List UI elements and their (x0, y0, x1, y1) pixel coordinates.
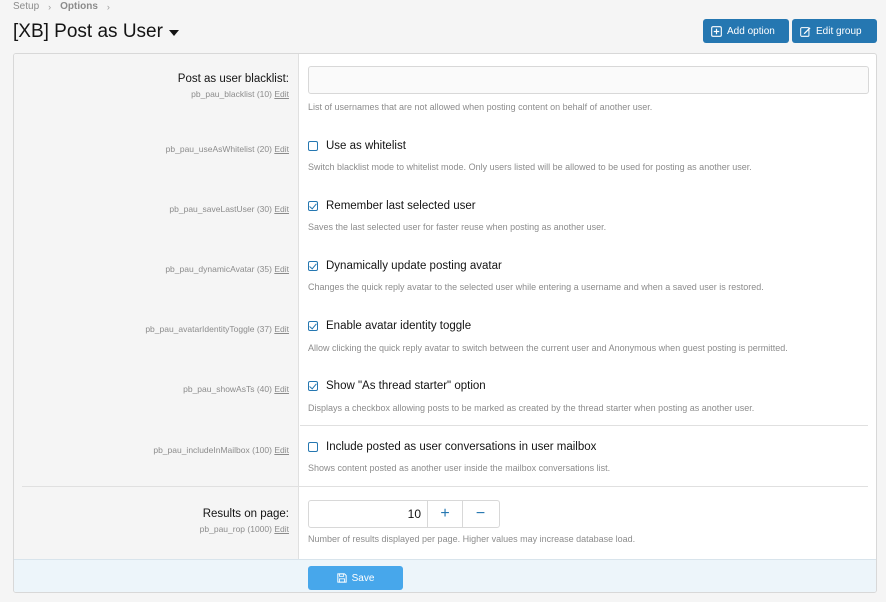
caret-down-icon[interactable] (168, 30, 179, 36)
checkbox-label: Dynamically update posting avatar (326, 260, 502, 272)
checkbox-label: Use as whitelist (326, 140, 406, 152)
results-per-page-input[interactable]: 10 (309, 501, 428, 527)
option-key: pb_pau_rop (1000) Edit (199, 524, 289, 534)
blacklist-input[interactable] (308, 66, 869, 94)
edit-link[interactable]: Edit (274, 384, 289, 394)
option-label-blacklist: Post as user blacklist: pb_pau_blacklist… (178, 73, 289, 99)
save-button[interactable]: Save (308, 566, 403, 590)
option-hint: Number of results displayed per page. Hi… (308, 534, 636, 544)
include-in-mailbox-checkbox[interactable]: Include posted as user conversations in … (308, 441, 596, 453)
option-key: pb_pau_showAsTs (40) Edit (183, 384, 289, 394)
edit-link[interactable]: Edit (274, 204, 289, 214)
option-hint: Changes the quick reply avatar to the se… (308, 282, 764, 292)
checkbox-label: Show "As thread starter" option (326, 380, 486, 392)
option-key: pb_pau_useAsWhitelist (20) Edit (165, 144, 289, 154)
option-key: pb_pau_saveLastUser (30) Edit (169, 204, 289, 214)
option-title: Results on page: (202, 508, 289, 520)
checkbox-checked-icon[interactable] (308, 201, 318, 211)
option-title: Post as user blacklist: (177, 73, 289, 85)
checkbox-label: Enable avatar identity toggle (326, 320, 472, 332)
add-option-button[interactable]: Add option (703, 19, 789, 43)
option-label-include-in-mailbox: pb_pau_includeInMailbox (100) Edit (153, 441, 289, 455)
edit-icon (800, 26, 811, 37)
label-column (14, 54, 299, 559)
option-key: pb_pau_blacklist (10) Edit (191, 89, 289, 99)
option-hint: Displays a checkbox allowing posts to be… (308, 403, 755, 413)
avatar-identity-toggle-checkbox[interactable]: Enable avatar identity toggle (308, 320, 471, 332)
checkbox-icon[interactable] (308, 141, 318, 151)
checkbox-checked-icon[interactable] (308, 261, 318, 271)
edit-link[interactable]: Edit (274, 89, 289, 99)
checkbox-label: Include posted as user conversations in … (326, 441, 597, 453)
option-hint: Shows content posted as another user ins… (308, 463, 611, 473)
dynamic-avatar-checkbox[interactable]: Dynamically update posting avatar (308, 260, 502, 272)
checkbox-icon[interactable] (308, 442, 318, 452)
option-label-save-last-user: pb_pau_saveLastUser (30) Edit (169, 200, 289, 214)
breadcrumb-item-options[interactable]: Options (60, 1, 98, 12)
checkbox-checked-icon[interactable] (308, 321, 318, 331)
edit-link[interactable]: Edit (274, 144, 289, 154)
option-hint: Saves the last selected user for faster … (308, 222, 607, 232)
page-title-text: [XB] Post as User (13, 21, 163, 42)
option-hint: List of usernames that are not allowed w… (308, 102, 653, 112)
breadcrumb-item-setup[interactable]: Setup (13, 1, 39, 12)
edit-link[interactable]: Edit (274, 264, 289, 274)
save-last-user-checkbox[interactable]: Remember last selected user (308, 200, 476, 212)
option-key: pb_pau_avatarIdentityToggle (37) Edit (145, 324, 289, 334)
breadcrumb: Setup › Options › (13, 1, 115, 12)
option-label-use-as-whitelist: pb_pau_useAsWhitelist (20) Edit (166, 140, 289, 154)
page-title[interactable]: [XB] Post as User (13, 21, 179, 43)
save-label: Save (351, 572, 375, 584)
show-as-thread-starter-checkbox[interactable]: Show "As thread starter" option (308, 380, 486, 392)
breadcrumb-separator: › (106, 1, 110, 12)
add-option-label: Add option (727, 25, 775, 37)
save-icon (336, 573, 347, 583)
option-key: pb_pau_includeInMailbox (100) Edit (153, 445, 289, 455)
section-divider (22, 486, 868, 487)
edit-link[interactable]: Edit (274, 324, 289, 334)
options-form: Post as user blacklist: pb_pau_blacklist… (13, 53, 877, 593)
plus-square-icon (711, 25, 722, 37)
edit-group-label: Edit group (816, 25, 862, 37)
option-key: pb_pau_dynamicAvatar (35) Edit (165, 264, 289, 274)
option-hint: Allow clicking the quick reply avatar to… (308, 343, 788, 353)
form-footer: Save (14, 559, 876, 592)
edit-link[interactable]: Edit (274, 524, 289, 534)
results-per-page-stepper: 10 + − (308, 500, 500, 528)
option-label-avatar-identity-toggle: pb_pau_avatarIdentityToggle (37) Edit (145, 320, 289, 334)
edit-link[interactable]: Edit (274, 445, 289, 455)
group-divider (300, 425, 868, 426)
checkbox-label: Remember last selected user (326, 200, 476, 212)
checkbox-checked-icon[interactable] (308, 381, 318, 391)
option-label-dynamic-avatar: pb_pau_dynamicAvatar (35) Edit (165, 260, 289, 274)
option-label-show-as-ts: pb_pau_showAsTs (40) Edit (183, 380, 289, 394)
option-hint: Switch blacklist mode to whitelist mode.… (308, 162, 752, 172)
increment-button[interactable]: + (428, 501, 463, 527)
use-as-whitelist-checkbox[interactable]: Use as whitelist (308, 140, 406, 152)
decrement-button[interactable]: − (463, 501, 498, 527)
breadcrumb-separator: › (48, 1, 52, 12)
edit-group-button[interactable]: Edit group (792, 19, 877, 43)
option-label-results-on-page: Results on page: pb_pau_rop (1000) Edit (200, 508, 289, 534)
